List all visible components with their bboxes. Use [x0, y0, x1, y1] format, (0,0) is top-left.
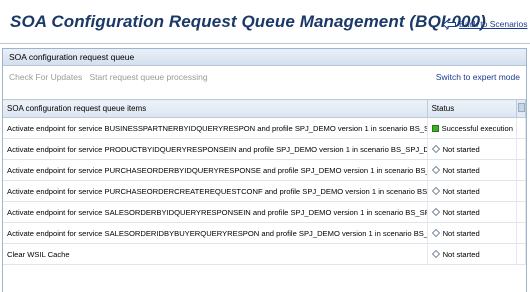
table-row[interactable]: Activate endpoint for service SALESORDER…	[3, 222, 527, 244]
status-text: Successful execution	[441, 123, 513, 133]
table-row[interactable]: Activate endpoint for service PURCHASEOR…	[3, 159, 527, 181]
row-spacer	[516, 159, 527, 181]
panel-title: SOA configuration request queue	[3, 49, 526, 66]
row-spacer	[516, 138, 527, 160]
status-text: Not started	[442, 186, 480, 196]
queue-item-text: Clear WSIL Cache	[3, 243, 428, 265]
back-to-scenarios-link[interactable]: Back to Scenarios	[443, 19, 528, 29]
status-text: Not started	[442, 144, 480, 154]
queue-item-status: Not started	[427, 180, 517, 202]
success-icon	[431, 124, 439, 132]
check-for-updates-button[interactable]: Check For Updates	[9, 72, 82, 82]
table-row[interactable]: Activate endpoint for service SALESORDER…	[3, 201, 527, 223]
status-text: Not started	[442, 228, 480, 238]
queue-item-text: Activate endpoint for service PRODUCTBYI…	[3, 138, 428, 160]
queue-item-text: Activate endpoint for service SALESORDER…	[3, 201, 428, 223]
row-spacer	[516, 117, 527, 139]
not-started-diamond-icon	[431, 145, 440, 153]
not-started-diamond-icon	[431, 229, 440, 237]
queue-table: SOA configuration request queue items St…	[3, 99, 527, 265]
column-header-status[interactable]: Status	[427, 99, 517, 118]
queue-item-status: Not started	[427, 201, 517, 223]
page-title: SOA Configuration Request Queue Manageme…	[10, 12, 486, 31]
row-spacer	[516, 180, 527, 202]
request-queue-panel: SOA configuration request queue Check Fo…	[2, 48, 527, 292]
table-row[interactable]: Activate endpoint for service BUSINESSPA…	[3, 117, 527, 139]
row-spacer	[516, 243, 527, 265]
not-started-diamond-icon	[431, 250, 440, 258]
queue-item-text: Activate endpoint for service SALESORDER…	[3, 222, 428, 244]
status-text: Not started	[442, 249, 480, 259]
queue-item-status: Not started	[427, 222, 517, 244]
scroll-up-button[interactable]	[517, 103, 525, 112]
toolbar: Check For Updates Start request queue pr…	[3, 66, 526, 88]
queue-item-text: Activate endpoint for service PURCHASEOR…	[3, 180, 428, 202]
queue-item-status: Not started	[427, 138, 517, 160]
switch-to-expert-mode-link[interactable]: Switch to expert mode	[436, 66, 520, 88]
table-row[interactable]: Activate endpoint for service PURCHASEOR…	[3, 180, 527, 202]
not-started-diamond-icon	[431, 187, 440, 195]
column-header-items[interactable]: SOA configuration request queue items	[3, 99, 428, 118]
queue-item-status: Not started	[427, 243, 517, 265]
row-spacer	[516, 201, 527, 223]
back-arrow-icon	[443, 19, 456, 29]
table-scrollbar[interactable]	[516, 99, 527, 118]
queue-item-text: Activate endpoint for service BUSINESSPA…	[3, 117, 428, 139]
row-spacer	[516, 222, 527, 244]
queue-item-status: Not started	[427, 159, 517, 181]
table-row[interactable]: Clear WSIL Cache Not started	[3, 243, 527, 265]
header-divider	[0, 43, 530, 44]
back-link-label: Back to Scenarios	[459, 19, 528, 29]
status-text: Not started	[442, 165, 480, 175]
not-started-diamond-icon	[431, 166, 440, 174]
queue-item-status: Successful execution	[427, 117, 517, 139]
status-text: Not started	[442, 207, 480, 217]
queue-item-text: Activate endpoint for service PURCHASEOR…	[3, 159, 428, 181]
start-queue-processing-button[interactable]: Start request queue processing	[89, 72, 207, 82]
table-row[interactable]: Activate endpoint for service PRODUCTBYI…	[3, 138, 527, 160]
not-started-diamond-icon	[431, 208, 440, 216]
